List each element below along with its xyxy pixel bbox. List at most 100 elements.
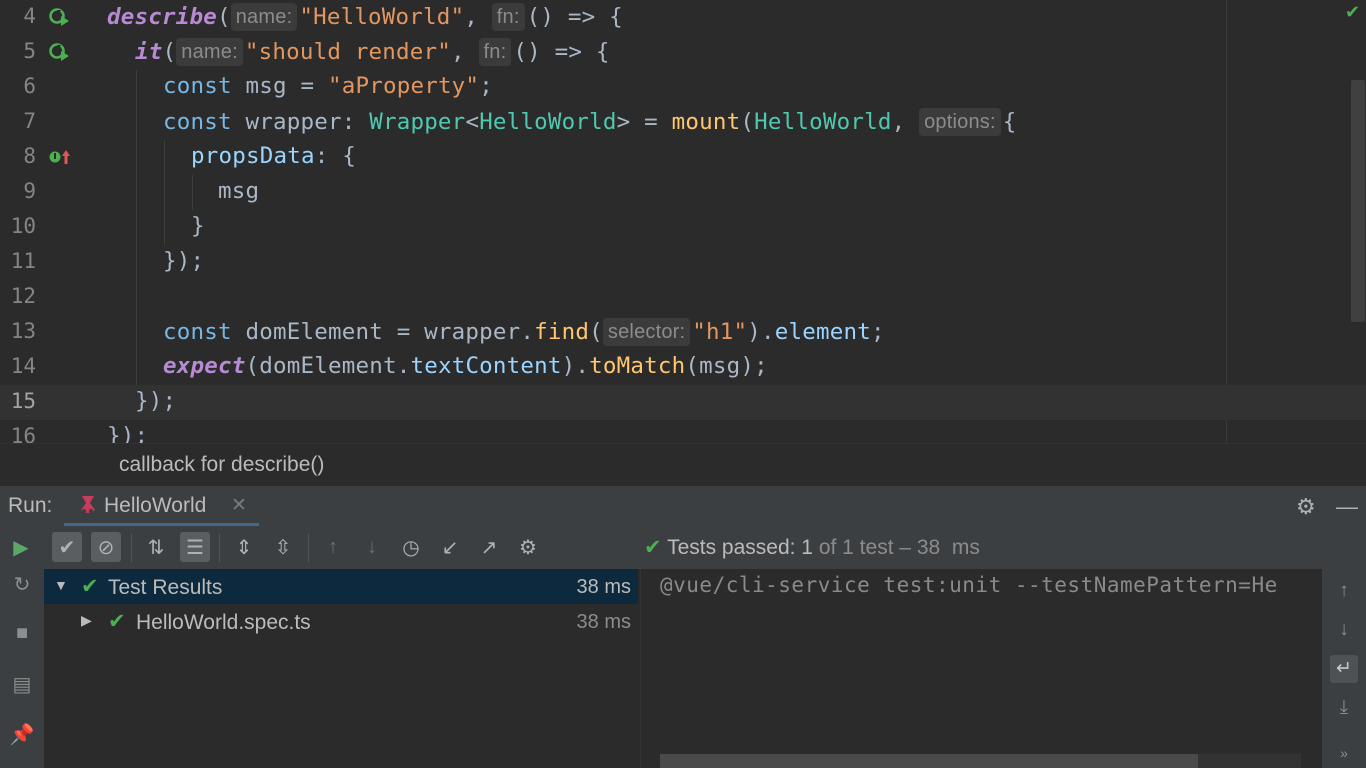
expand-all-icon[interactable]: ⇕ <box>229 532 259 562</box>
run-test-icon[interactable] <box>48 6 74 28</box>
scroll-up-icon[interactable]: ↑ <box>1330 577 1358 605</box>
tree-item-label: HelloWorld.spec.ts <box>136 611 311 634</box>
stop-icon[interactable]: ■ <box>9 622 35 648</box>
editor-vertical-scrollbar[interactable] <box>1351 80 1365 322</box>
line-number: 6 <box>23 74 36 98</box>
minimize-icon[interactable]: — <box>1336 494 1358 520</box>
run-label: Run: <box>8 494 53 517</box>
test-history-icon[interactable]: ◷ <box>396 532 426 562</box>
code-line[interactable]: 4 describe(name: "HelloWorld", fn:() => { <box>0 0 1366 35</box>
code-text: propsData: { <box>191 143 356 169</box>
code-line-current[interactable]: 15 }); <box>0 385 1366 420</box>
show-passed-toggle[interactable]: ✔ <box>52 532 82 562</box>
code-text: const msg = "aProperty"; <box>163 73 493 99</box>
toolbar-separator <box>131 534 132 562</box>
param-hint: name: <box>230 3 298 31</box>
soft-wrap-icon[interactable]: ↵ <box>1330 655 1358 683</box>
line-number: 15 <box>10 389 36 413</box>
run-test-icon[interactable] <box>48 41 74 63</box>
line-number: 8 <box>23 144 36 168</box>
scroll-down-icon[interactable]: ↓ <box>1330 616 1358 644</box>
passed-check-icon: ✔ <box>108 610 126 633</box>
console-output[interactable]: @vue/cli-service test:unit --testNamePat… <box>640 569 1323 768</box>
code-text: }); <box>107 423 149 443</box>
param-hint: fn: <box>491 3 525 31</box>
line-number: 7 <box>23 109 36 133</box>
sort-alphabetically-icon[interactable]: ⇅ <box>141 532 171 562</box>
scroll-to-end-icon[interactable]: ⤓ <box>1330 694 1358 722</box>
code-line[interactable]: 8 propsData: { <box>0 140 1366 175</box>
code-line[interactable]: 6 const msg = "aProperty"; <box>0 70 1366 105</box>
sort-by-duration-icon[interactable]: ☰ <box>180 532 210 562</box>
code-line[interactable]: 16 }); <box>0 420 1366 443</box>
code-line[interactable]: 7 const wrapper: Wrapper<HelloWorld> = m… <box>0 105 1366 140</box>
line-number: 13 <box>10 319 36 343</box>
code-text: const wrapper: Wrapper<HelloWorld> = mou… <box>163 108 1017 136</box>
code-line[interactable]: 9 msg <box>0 175 1366 210</box>
param-hint: fn: <box>478 38 512 66</box>
code-editor[interactable]: 4 describe(name: "HelloWorld", fn:() => {… <box>0 0 1366 443</box>
line-number: 9 <box>23 179 36 203</box>
code-line[interactable]: 11 }); <box>0 245 1366 280</box>
next-failed-icon[interactable]: ↓ <box>357 532 387 562</box>
test-runner-toolbar: ▶ ✔ ⊘ ⇅ ☰ ⇕ ⇳ ↑ ↓ ◷ ↙ ↗ ⚙ ✔ Tests passed… <box>0 526 1366 569</box>
pin-icon[interactable]: 📌 <box>9 722 35 748</box>
line-number: 10 <box>10 214 36 238</box>
line-number: 16 <box>10 424 36 443</box>
line-number: 14 <box>10 354 36 378</box>
gear-icon[interactable]: ⚙ <box>1296 494 1316 520</box>
run-tool-window-header: Run: HelloWorld ✕ ⚙ — <box>0 485 1366 527</box>
settings-icon[interactable]: ⚙ <box>513 532 543 562</box>
close-tab-icon[interactable]: ✕ <box>231 494 247 517</box>
toolbar-separator <box>219 534 220 562</box>
tree-row-spec-file[interactable]: ▶ ✔ HelloWorld.spec.ts 38 ms <box>44 604 638 639</box>
param-hint: name: <box>176 38 243 66</box>
code-text: describe(name: "HelloWorld", fn:() => { <box>107 3 623 31</box>
code-text: }); <box>135 388 177 414</box>
run-side-toolbar: ↻ ■ ▤ 📌 <box>0 569 44 768</box>
line-number: 4 <box>23 4 36 28</box>
export-tests-icon[interactable]: ↗ <box>474 532 504 562</box>
previous-failed-icon[interactable]: ↑ <box>318 532 348 562</box>
code-line[interactable]: 5 it(name: "should render", fn:() => { <box>0 35 1366 70</box>
collapse-all-icon[interactable]: ⇳ <box>268 532 298 562</box>
code-text: msg <box>218 178 260 204</box>
code-text: }); <box>163 248 205 274</box>
code-text: const domElement = wrapper.find(selector… <box>163 318 885 346</box>
breadcrumb[interactable]: callback for describe() <box>0 443 1366 486</box>
collapse-arrow-icon[interactable]: ▼ <box>54 577 68 593</box>
code-text: expect(domElement.textContent).toMatch(m… <box>163 353 768 379</box>
line-number: 11 <box>10 249 36 273</box>
tests-passed-check-icon: ✔ <box>644 536 668 559</box>
duration-label: 38 ms <box>576 611 631 633</box>
expand-arrow-icon[interactable]: ▶ <box>81 612 92 629</box>
run-tab-helloworld[interactable]: HelloWorld ✕ <box>64 486 259 527</box>
implements-method-icon[interactable] <box>48 146 74 168</box>
code-text: } <box>191 213 205 239</box>
breadcrumb-item[interactable]: callback for describe() <box>119 453 324 477</box>
test-status: ✔ Tests passed: 1 of 1 test – 38 ms <box>644 536 980 559</box>
layout-icon[interactable]: ▤ <box>9 672 35 698</box>
code-line[interactable]: 14 expect(domElement.textContent).toMatc… <box>0 350 1366 385</box>
param-hint: options: <box>919 108 1001 136</box>
code-line[interactable]: 13 const domElement = wrapper.find(selec… <box>0 315 1366 350</box>
passed-check-icon: ✔ <box>81 575 99 598</box>
import-tests-icon[interactable]: ↙ <box>435 532 465 562</box>
test-results-tree[interactable]: ▼ ✔ Test Results 38 ms ▶ ✔ HelloWorld.sp… <box>44 569 638 768</box>
jest-icon <box>81 496 95 513</box>
code-line[interactable]: 12 <box>0 280 1366 315</box>
code-text: it(name: "should render", fn:() => { <box>135 38 610 66</box>
more-icon[interactable]: » <box>1330 739 1358 767</box>
show-ignored-toggle[interactable]: ⊘ <box>91 532 121 562</box>
line-number: 5 <box>23 39 36 63</box>
run-tab-label: HelloWorld <box>104 494 207 517</box>
rerun-failed-icon[interactable]: ↻ <box>9 572 35 598</box>
code-line[interactable]: 10 } <box>0 210 1366 245</box>
console-horizontal-scrollbar[interactable] <box>660 754 1198 768</box>
param-hint: selector: <box>602 318 691 346</box>
duration-label: 38 ms <box>576 576 631 598</box>
toolbar-separator <box>308 534 309 562</box>
rerun-icon[interactable]: ▶ <box>6 532 36 562</box>
no-problems-check-icon[interactable]: ✔ <box>1345 2 1360 23</box>
tree-row-test-results[interactable]: ▼ ✔ Test Results 38 ms <box>44 569 638 604</box>
